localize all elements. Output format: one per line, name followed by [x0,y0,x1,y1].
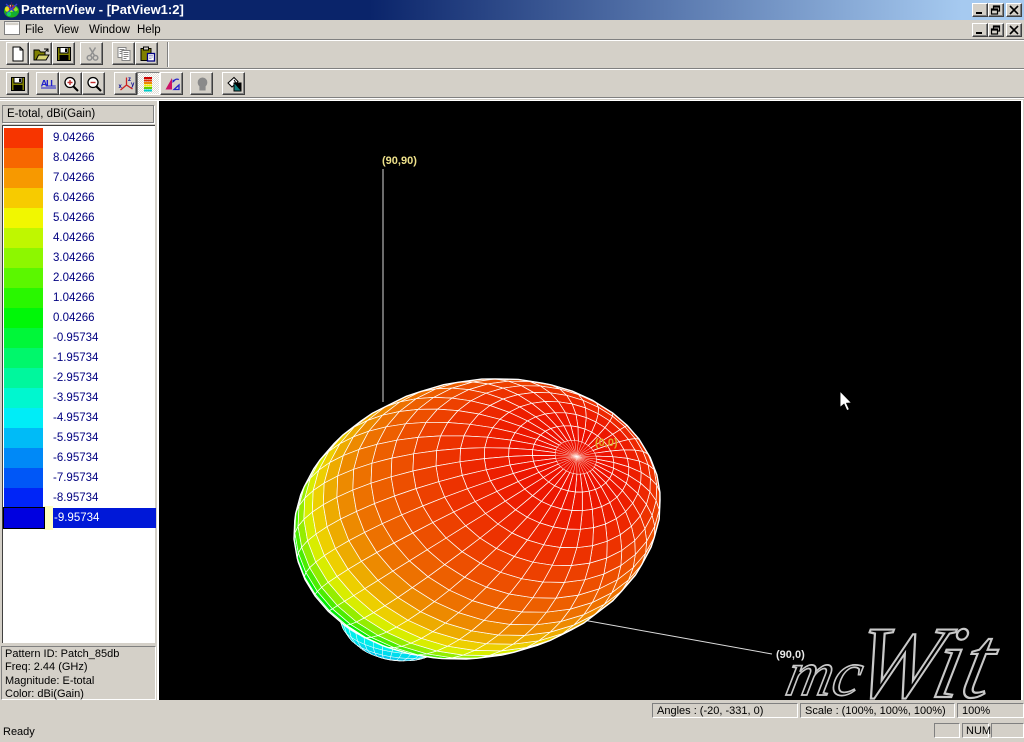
svg-text:(0,0): (0,0) [595,437,618,449]
svg-text:(90,90): (90,90) [382,155,417,167]
svg-text:y: y [131,82,135,88]
svg-text:Wit: Wit [844,605,1009,700]
